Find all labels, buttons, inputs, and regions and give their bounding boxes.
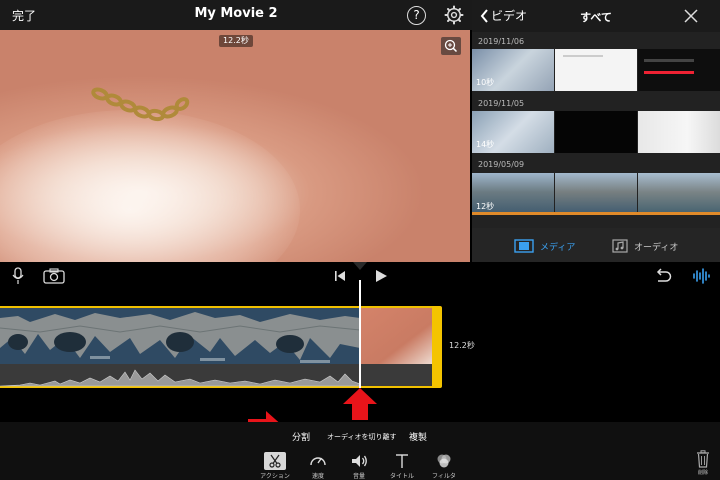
annotation-arrow-up (343, 388, 377, 420)
camera-icon[interactable] (43, 268, 65, 284)
thumbnail-duration: 14秒 (476, 140, 495, 149)
video-thumbnail[interactable]: 10秒 (472, 49, 554, 91)
microphone-icon[interactable] (12, 267, 24, 285)
date-header: 2019/11/05 (478, 99, 525, 108)
thumbnail-row: 14秒 (472, 111, 720, 153)
trash-icon (697, 450, 709, 468)
duplicate-button[interactable]: 複製 (409, 430, 427, 443)
tool-titles[interactable]: タイトル (382, 452, 422, 480)
date-header: 2019/05/09 (478, 160, 525, 169)
close-icon[interactable] (684, 9, 698, 23)
tab-audio[interactable]: オーディオ (612, 239, 678, 253)
tab-media-label: メディア (540, 242, 576, 253)
delete-button[interactable]: 削除 (692, 450, 714, 476)
tool-titles-label: タイトル (389, 473, 414, 480)
media-browser-header: ビデオ すべて (472, 0, 720, 32)
thumbnail-row: 12秒 (472, 173, 720, 215)
film-icon (514, 239, 534, 253)
gear-icon[interactable] (444, 5, 464, 25)
playhead-marker (353, 262, 367, 270)
video-thumbnail[interactable] (555, 49, 637, 91)
clip-trim-handle[interactable] (432, 306, 442, 388)
undo-icon[interactable] (654, 268, 672, 284)
tab-media[interactable]: メディア (514, 239, 575, 253)
project-title: My Movie 2 (194, 6, 278, 21)
clip-video-track[interactable] (0, 306, 436, 364)
detach-audio-button[interactable]: オーディオを切り離す (327, 432, 397, 442)
delete-label: 削除 (697, 470, 708, 476)
text-icon (396, 454, 408, 468)
filter-icon (437, 454, 451, 468)
music-note-icon (612, 239, 628, 253)
clip-audio-track[interactable] (0, 364, 436, 388)
tool-speed-label: 速度 (311, 473, 324, 480)
media-browser: ビデオ すべて 2019/11/06 10秒 2019/11/05 14秒 20… (472, 0, 720, 262)
viewer-duration-badge: 12.2秒 (219, 35, 253, 47)
scissors-icon (264, 452, 286, 470)
tool-filters-label: フィルタ (432, 473, 456, 480)
play-icon[interactable] (374, 269, 388, 283)
used-clip-indicator (472, 212, 720, 215)
action-toolbar: 分割 オーディオを切り離す 複製 アクション 速度 音量 タイトル フィルタ 削… (0, 422, 720, 480)
tab-audio-label: オーディオ (634, 242, 679, 253)
timeline-clip[interactable] (0, 304, 442, 388)
speedometer-icon (310, 457, 326, 466)
tool-volume-label: 音量 (352, 473, 365, 480)
thumbnail-duration: 10秒 (476, 78, 495, 87)
video-thumbnail[interactable]: 14秒 (472, 111, 554, 153)
tool-actions[interactable]: アクション (255, 452, 295, 480)
tool-volume[interactable]: 音量 (339, 452, 379, 480)
thumbnail-duration: 12秒 (476, 202, 495, 211)
clip-filmstrip (0, 308, 436, 364)
video-thumbnail[interactable] (555, 173, 637, 215)
help-icon[interactable]: ? (407, 6, 426, 25)
viewer-frame-image (91, 87, 190, 122)
tool-filters[interactable]: フィルタ (424, 452, 464, 480)
playhead[interactable] (359, 280, 361, 388)
video-viewer[interactable]: 12.2秒 (0, 30, 470, 262)
zoom-icon[interactable] (441, 37, 461, 55)
speaker-icon (352, 455, 367, 467)
audio-waveform (0, 369, 361, 387)
clip-duration-label: 12.2秒 (449, 341, 475, 350)
skip-to-start-icon[interactable] (334, 270, 346, 282)
video-thumbnail[interactable] (638, 111, 720, 153)
split-button[interactable]: 分割 (292, 430, 310, 443)
tool-speed[interactable]: 速度 (298, 452, 338, 480)
video-thumbnail[interactable] (638, 173, 720, 215)
top-bar: 完了 My Movie 2 ? (0, 0, 472, 30)
video-thumbnail[interactable] (638, 49, 720, 91)
media-browser-tabs: メディア オーディオ (472, 228, 720, 262)
media-browser-title: すべて (580, 11, 612, 24)
tool-actions-label: アクション (260, 473, 290, 480)
thumbnail-row: 10秒 (472, 49, 720, 91)
audio-waveform-icon[interactable] (692, 268, 710, 284)
video-thumbnail[interactable]: 12秒 (472, 173, 554, 215)
date-header: 2019/11/06 (478, 37, 525, 46)
video-thumbnail[interactable] (555, 111, 637, 153)
